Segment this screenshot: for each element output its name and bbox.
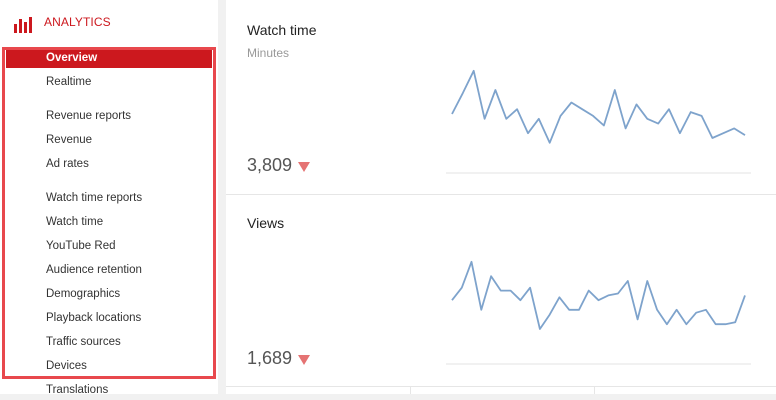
- views-sparkline: [446, 260, 751, 365]
- main-panel: Watch time Minutes 3,809 Views 1,689: [226, 0, 776, 394]
- sidebar: ANALYTICS Overview Realtime Revenue repo…: [0, 0, 218, 396]
- watch-time-card[interactable]: Watch time Minutes 3,809: [226, 0, 776, 194]
- metric-value: 3,809: [247, 155, 311, 176]
- card-title: Watch time: [247, 22, 317, 38]
- sidebar-item-devices[interactable]: Devices: [0, 356, 218, 376]
- metric-number: 1,689: [247, 348, 293, 368]
- sidebar-item-translations[interactable]: Translations: [0, 380, 218, 400]
- sidebar-item-watch-time-reports[interactable]: Watch time reports: [0, 188, 218, 208]
- views-card[interactable]: Views 1,689: [226, 195, 776, 385]
- sidebar-item-revenue-reports[interactable]: Revenue reports: [0, 106, 218, 126]
- sidebar-item-ad-rates[interactable]: Ad rates: [0, 154, 218, 174]
- trend-down-icon: [298, 161, 311, 172]
- card-subtitle: Minutes: [247, 46, 290, 60]
- sidebar-item-playback-locations[interactable]: Playback locations: [0, 308, 218, 328]
- analytics-title: ANALYTICS: [44, 15, 111, 29]
- card-title: Views: [247, 215, 285, 231]
- sidebar-item-demographics[interactable]: Demographics: [0, 284, 218, 304]
- sidebar-item-realtime[interactable]: Realtime: [0, 72, 218, 92]
- sidebar-item-youtube-red[interactable]: YouTube Red: [0, 236, 218, 256]
- bottom-tabs: [226, 386, 776, 394]
- sidebar-item-overview[interactable]: Overview: [6, 48, 212, 68]
- sidebar-item-revenue[interactable]: Revenue: [0, 130, 218, 150]
- sidebar-item-audience-retention[interactable]: Audience retention: [0, 260, 218, 280]
- metric-value: 1,689: [247, 348, 311, 369]
- trend-down-icon: [298, 354, 311, 365]
- analytics-header[interactable]: ANALYTICS: [14, 10, 111, 34]
- sidebar-item-watch-time[interactable]: Watch time: [0, 212, 218, 232]
- analytics-bars-icon: [14, 17, 32, 33]
- sparkline-line: [451, 260, 746, 330]
- sidebar-item-traffic-sources[interactable]: Traffic sources: [0, 332, 218, 352]
- watch-time-sparkline: [446, 69, 751, 174]
- sparkline-line: [451, 69, 746, 144]
- metric-number: 3,809: [247, 155, 293, 175]
